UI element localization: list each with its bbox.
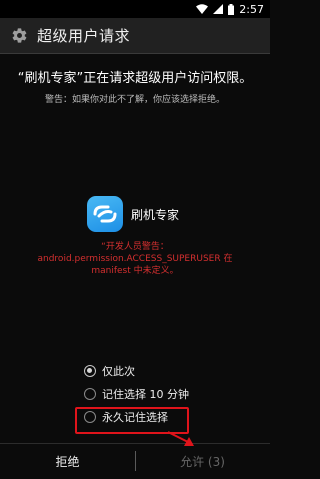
option-label: 仅此次 xyxy=(102,365,135,378)
option-once[interactable]: 仅此次 xyxy=(84,362,135,380)
developer-warning-line: android.permission.ACCESS_SUPERUSER 在 xyxy=(37,254,233,264)
request-heading: “刷机专家”正在请求超级用户访问权限。 xyxy=(17,71,253,86)
option-label: 记住选择 10 分钟 xyxy=(102,388,189,401)
radio-button[interactable] xyxy=(84,388,96,400)
developer-warning-line: manifest 中未定义。 xyxy=(91,266,179,276)
annotation-highlight-box xyxy=(75,407,189,434)
radio-button[interactable] xyxy=(84,365,96,377)
app-bar-title: 超级用户请求 xyxy=(37,27,131,45)
deny-button[interactable]: 拒绝 xyxy=(0,444,135,479)
settings-gear-icon xyxy=(12,28,27,43)
app-bar: 超级用户请求 xyxy=(0,18,270,54)
requesting-app: 刷机专家 xyxy=(87,196,179,232)
cellular-signal-icon xyxy=(213,4,224,14)
developer-warning-line: “开发人员警告： xyxy=(101,242,169,252)
status-bar: 2:57 xyxy=(0,0,270,18)
button-divider xyxy=(135,451,136,471)
app-name: 刷机专家 xyxy=(131,207,180,222)
wifi-icon xyxy=(196,4,209,14)
option-remember-10-minutes[interactable]: 记住选择 10 分钟 xyxy=(84,385,189,403)
warning-text: 警告：如果你对此不了解，你应该选择拒绝。 xyxy=(44,95,225,105)
app-logo-icon xyxy=(87,196,123,232)
allow-button[interactable]: 允许 (3) xyxy=(135,444,270,479)
battery-icon xyxy=(228,3,235,15)
status-time: 2:57 xyxy=(239,2,264,16)
developer-warning: “开发人员警告： android.permission.ACCESS_SUPER… xyxy=(0,241,270,277)
